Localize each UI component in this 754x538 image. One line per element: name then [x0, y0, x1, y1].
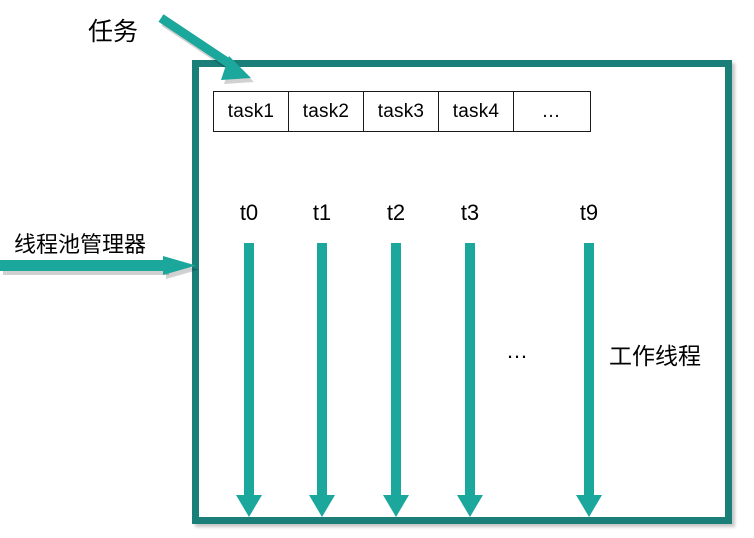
task-cell: task3 [364, 92, 439, 131]
thread-pool-manager-caption: 线程池管理器 [14, 232, 147, 257]
worker-thread-arrow-t2 [379, 243, 413, 517]
thread-gap-ellipsis: … [506, 338, 531, 363]
thread-label-t1: t1 [312, 200, 332, 225]
thread-pool-manager-arrow-icon [0, 256, 200, 282]
thread-label-t3: t3 [460, 200, 480, 225]
thread-label-t9: t9 [579, 200, 599, 225]
worker-thread-arrow-t9 [572, 243, 606, 517]
task-submit-arrow-icon [155, 12, 270, 94]
task-caption: 任务 [88, 18, 139, 46]
worker-thread-caption: 工作线程 [609, 343, 701, 369]
worker-thread-arrow-t1 [305, 243, 339, 517]
task-cell: task2 [289, 92, 364, 131]
worker-thread-arrow-t0 [232, 243, 266, 517]
task-cell: task4 [439, 92, 514, 131]
diagram-canvas: task1 task2 task3 task4 … t0 t1 t2 t3 t9 [0, 0, 754, 538]
worker-thread-arrow-t3 [453, 243, 487, 517]
task-cell-overflow: … [541, 100, 563, 122]
thread-label-t0: t0 [239, 200, 259, 225]
task-cell: task1 [214, 92, 289, 131]
thread-label-t2: t2 [386, 200, 406, 225]
task-queue-table: task1 task2 task3 task4 … [213, 91, 591, 132]
